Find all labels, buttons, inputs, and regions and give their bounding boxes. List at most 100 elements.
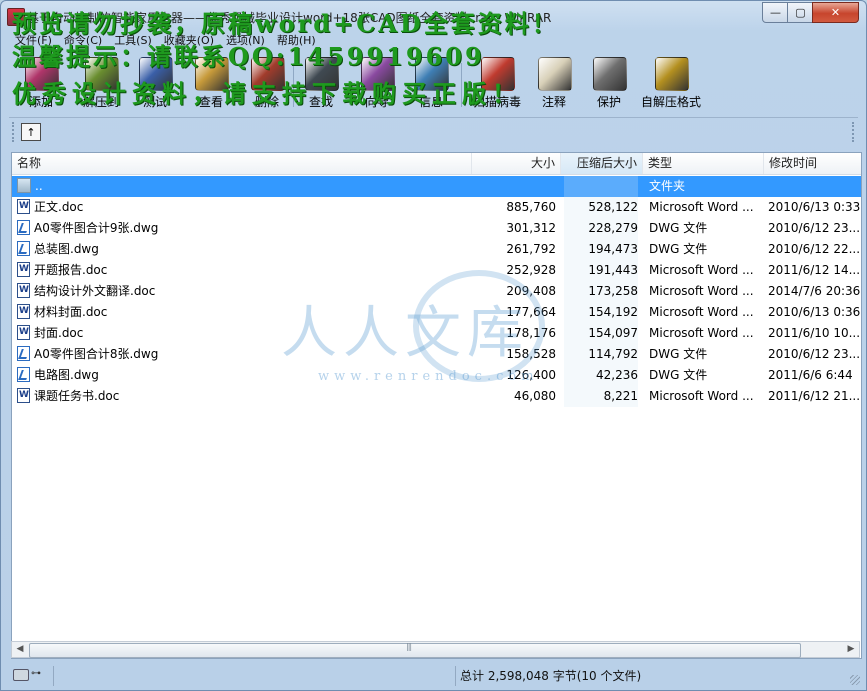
file-row[interactable]: 材料封面.doc 177,664 154,192 Microsoft Word ...… xyxy=(12,302,861,323)
file-row[interactable]: 开题报告.doc 252,928 191,443 Microsoft Word ...… xyxy=(12,260,861,281)
winrar-window: 基于自动控制的智能家用电器——优秀机械毕业设计word+18张CAD图纸全套资料… xyxy=(0,0,867,691)
file-packed-size-text: 154,097 xyxy=(588,326,638,340)
toolbar-sfx-button[interactable]: 自解压格式 xyxy=(641,53,701,113)
toolbar-extract-to-button[interactable]: 解压到 xyxy=(75,53,127,113)
file-type: DWG 文件 xyxy=(648,239,767,260)
toolbar-comment-button[interactable]: 注释 xyxy=(528,53,580,113)
menu-tools[interactable]: 工具(S) xyxy=(108,32,158,50)
test-archive-icon xyxy=(139,57,173,91)
file-modified: 2011/6/10 10... xyxy=(768,323,860,344)
file-packed-size: 42,236 xyxy=(564,365,638,386)
toolbar-delete-button[interactable]: 删除 xyxy=(241,53,293,113)
column-header-packed-size[interactable]: 压缩后大小 xyxy=(561,153,643,174)
file-name-text: .. xyxy=(35,179,43,193)
toolbar-wizard-button[interactable]: 向导 xyxy=(351,53,403,113)
word-doc-icon xyxy=(17,281,30,301)
extract-to-icon xyxy=(85,57,119,91)
close-button[interactable]: ✕ xyxy=(812,2,859,23)
file-modified: 2010/6/12 23... xyxy=(768,344,860,365)
file-modified-text: 2011/6/10 10... xyxy=(768,326,860,340)
up-folder-button[interactable]: ↑ xyxy=(21,123,41,141)
minimize-button[interactable]: — xyxy=(762,2,789,23)
file-size: 885,760 xyxy=(472,197,556,218)
toolbar-virus-scan-button[interactable]: 扫描病毒 xyxy=(471,53,523,113)
file-size-text: 301,312 xyxy=(506,221,556,235)
toolbar-protect-button[interactable]: 保护 xyxy=(583,53,635,113)
toolbar-info-button[interactable]: 信息 xyxy=(405,53,457,113)
file-name: 总装图.dwg xyxy=(17,239,472,260)
scroll-left-icon[interactable]: ◀ xyxy=(12,642,28,657)
address-bar-grip-right[interactable] xyxy=(852,122,857,142)
file-size: 209,408 xyxy=(472,281,556,302)
file-row[interactable]: 电路图.dwg 126,400 42,236 DWG 文件 2011/6/6 6:44 xyxy=(12,365,861,386)
menu-commands[interactable]: 命令(C) xyxy=(58,32,108,50)
toolbar-find-button[interactable]: 查找 xyxy=(295,53,347,113)
file-packed-size: 528,122 xyxy=(564,197,638,218)
window-title: 基于自动控制的智能家用电器——优秀机械毕业设计word+18张CAD图纸全套资料… xyxy=(27,11,552,25)
file-type-text: Microsoft Word ... xyxy=(649,326,754,340)
file-row[interactable]: 结构设计外文翻译.doc 209,408 173,258 Microsoft Word… xyxy=(12,281,861,302)
file-modified-text: 2011/6/6 6:44 xyxy=(768,368,853,382)
toolbar-view-button[interactable]: 查看 xyxy=(185,53,237,113)
menu-file[interactable]: 文件(F) xyxy=(9,32,58,50)
resize-grip-icon[interactable] xyxy=(850,675,860,685)
file-packed-size: 173,258 xyxy=(564,281,638,302)
column-header-size[interactable]: 大小 xyxy=(472,153,561,174)
file-row[interactable]: 课题任务书.doc 46,080 8,221 Microsoft Word ... 20… xyxy=(12,386,861,407)
toolbar-separator xyxy=(461,63,462,107)
menu-favorites[interactable]: 收藏夹(O) xyxy=(158,32,220,50)
horizontal-scrollbar[interactable]: ◀ ▶ xyxy=(11,641,860,658)
file-type-text: Microsoft Word ... xyxy=(649,284,754,298)
scrollbar-thumb[interactable] xyxy=(29,642,801,658)
title-bar[interactable]: 基于自动控制的智能家用电器——优秀机械毕业设计word+18张CAD图纸全套资料… xyxy=(1,1,866,31)
file-size-text: 158,528 xyxy=(506,347,556,361)
file-modified-text: 2010/6/12 22... xyxy=(768,242,860,256)
file-list-header: 名称 大小 压缩后大小 类型 修改时间 xyxy=(12,153,861,175)
file-packed-size: 8,221 xyxy=(564,386,638,407)
word-doc-icon xyxy=(17,323,30,343)
toolbar-virus-scan-label: 扫描病毒 xyxy=(472,95,521,109)
file-modified-text: 2010/6/13 0:36 xyxy=(768,305,860,319)
address-bar-grip[interactable] xyxy=(12,122,17,142)
file-modified: 2010/6/12 23... xyxy=(768,218,860,239)
file-packed-size: 194,473 xyxy=(564,239,638,260)
file-type: 文件夹 xyxy=(648,176,767,197)
file-size-text: 209,408 xyxy=(506,284,556,298)
dwg-file-icon xyxy=(17,346,30,361)
file-row[interactable]: A0零件图合计9张.dwg 301,312 228,279 DWG 文件 2010/6/… xyxy=(12,218,861,239)
menu-options[interactable]: 选项(N) xyxy=(220,32,271,50)
file-modified: 2014/7/6 20:36 xyxy=(768,281,860,302)
file-row[interactable]: 正文.doc 885,760 528,122 Microsoft Word ... 20… xyxy=(12,197,861,218)
file-type: Microsoft Word ... xyxy=(648,302,767,323)
toolbar-add-button[interactable]: 添加 xyxy=(15,53,67,113)
view-glasses-icon xyxy=(195,57,229,91)
file-modified-text: 2010/6/13 0:33 xyxy=(768,200,860,214)
address-bar: ↑ xyxy=(9,117,858,146)
file-size-text: 178,176 xyxy=(506,326,556,340)
column-header-name[interactable]: 名称 xyxy=(12,153,472,174)
column-header-type[interactable]: 类型 xyxy=(643,153,764,174)
menu-help[interactable]: 帮助(H) xyxy=(271,32,322,50)
file-size: 301,312 xyxy=(472,218,556,239)
file-type-text: Microsoft Word ... xyxy=(649,305,754,319)
toolbar-info-label: 信息 xyxy=(418,95,443,109)
file-row[interactable]: A0零件图合计8张.dwg 158,528 114,792 DWG 文件 2010/6/… xyxy=(12,344,861,365)
file-packed-size-text: 194,473 xyxy=(588,242,638,256)
file-row[interactable]: 封面.doc 178,176 154,097 Microsoft Word ... 20… xyxy=(12,323,861,344)
maximize-button[interactable]: ▢ xyxy=(787,2,814,23)
parent-folder-row[interactable]: .. 文件夹 xyxy=(12,176,861,197)
file-row[interactable]: 总装图.dwg 261,792 194,473 DWG 文件 2010/6/12 22.… xyxy=(12,239,861,260)
toolbar-test-button[interactable]: 测试 xyxy=(129,53,181,113)
file-type-text: Microsoft Word ... xyxy=(649,200,754,214)
dwg-file-icon xyxy=(17,367,30,382)
scroll-right-icon[interactable]: ▶ xyxy=(843,642,859,657)
file-modified: 2011/6/12 21... xyxy=(768,386,860,407)
status-bar: ⊶ 总计 2,598,048 字节(10 个文件) xyxy=(1,661,866,690)
file-type-text: DWG 文件 xyxy=(649,347,708,361)
drive-icon[interactable] xyxy=(13,669,29,681)
winrar-app-icon xyxy=(7,8,25,26)
key-icon[interactable]: ⊶ xyxy=(31,669,47,679)
column-header-modified[interactable]: 修改时间 xyxy=(764,153,861,174)
file-size-text: 885,760 xyxy=(506,200,556,214)
info-icon xyxy=(415,57,449,91)
